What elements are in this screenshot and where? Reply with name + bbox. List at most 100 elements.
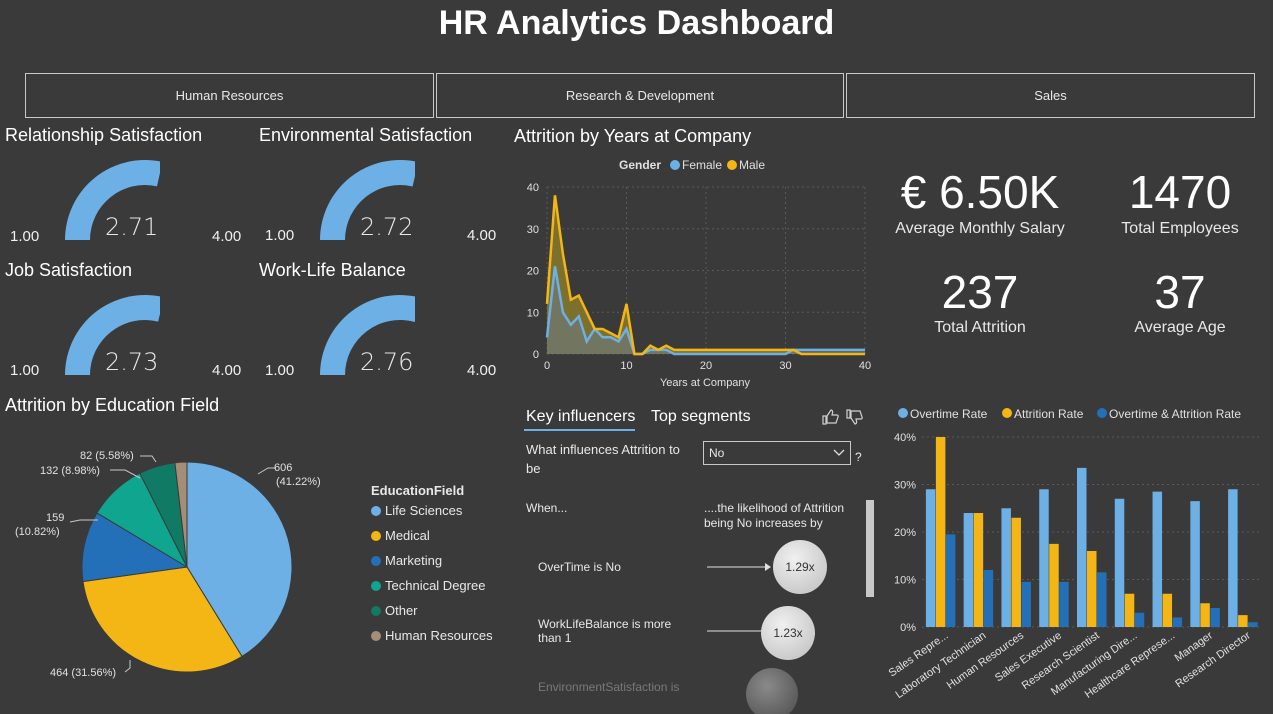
bar-overtime-rate[interactable] [1039,489,1049,627]
bar-attrition-rate[interactable] [1087,551,1097,627]
pie-legend-item[interactable]: Human Resources [371,623,493,648]
kpi-attrition-label: Total Attrition [934,319,1026,336]
y-tick-label: 0% [900,622,916,634]
bar-overtime-rate[interactable] [1152,491,1163,627]
legend-attrition-dot [1002,408,1012,418]
gauge-max-label: 4.00 [467,227,497,244]
bar-overtime-attrition-rate[interactable] [1021,581,1031,627]
bar-attrition-rate[interactable] [1162,593,1173,627]
bar-attrition-rate[interactable] [1200,603,1210,627]
scrollbar-thumb[interactable] [866,500,874,597]
legend-female-dot [670,160,680,170]
pie-legend-item[interactable]: Marketing [371,548,493,573]
ki-col-when: When... [526,501,568,515]
gauge-value: 2.73 [105,348,159,376]
bar-attrition-rate[interactable] [1011,517,1021,627]
legend-dot [371,630,381,641]
pie-legend-item[interactable]: Medical [371,523,493,548]
influence-bubble[interactable]: 1.29x [773,540,827,594]
ki-question: What influences Attrition to be [526,440,680,478]
bar-overtime-attrition-rate[interactable] [1210,608,1220,627]
bar-attrition-rate[interactable] [1124,593,1135,627]
ki-rows: OverTime is No 1.29x WorkLifeBalance is … [520,530,860,714]
bar-overtime-attrition-rate[interactable] [1248,622,1258,627]
gauge-min-label: 1.00 [10,362,40,379]
pie-label: (41.22%) [276,476,321,488]
ki-row-label-line1: WorkLifeBalance is more [538,617,672,631]
legend-label: Other [385,603,418,618]
pie-label: 132 (8.98%) [40,465,100,477]
ki-col-likelihood-line1: ....the likelihood of Attrition [704,501,845,515]
kpi-age-label: Average Age [1134,319,1226,336]
dropdown-value: No [709,446,725,460]
bar-overtime-rate[interactable] [1228,489,1238,627]
attrition-value-dropdown[interactable]: No [703,441,851,465]
pie-legend-item[interactable]: Life Sciences [371,498,493,523]
bar-attrition-rate[interactable] [1049,543,1059,627]
legend-dot [371,605,381,616]
gauge-value: 2.72 [360,213,414,241]
gauge-title-worklife: Work-Life Balance [259,260,406,280]
ki-row-label[interactable]: OverTime is No [538,560,621,574]
x-axis-label: Years at Company [660,377,751,389]
pie-legend-item[interactable]: Other [371,598,493,623]
bar-overtime-rate[interactable] [1077,467,1087,627]
kpi-salary-label: Average Monthly Salary [895,220,1065,237]
bar-overtime-rate[interactable] [1001,508,1011,627]
attrition-by-education-pie: 606 (41.22%) 464 (31.56%) 159 (10.82%) 1… [15,450,321,679]
ki-question-line1: What influences Attrition to [526,442,680,457]
bar-attrition-rate[interactable] [973,513,984,627]
bar-overtime-attrition-rate[interactable] [945,534,956,627]
bar-overtime-attrition-rate[interactable] [983,570,994,627]
kpi-age-value: 37 [1154,266,1206,318]
influence-bubble[interactable] [746,668,798,714]
bar-attrition-rate[interactable] [935,437,946,627]
thumbs-up-icon[interactable] [821,408,839,431]
attrition-by-years-chart: Gender Female Male 0 10 20 30 40 0 10 20 30 40 Ye… [527,158,871,389]
pie-label: 464 (31.56%) [50,667,116,679]
bar-overtime-attrition-rate[interactable] [1097,572,1107,627]
kpi-employees-label: Total Employees [1121,220,1239,237]
legend-overtime-attrition: Overtime & Attrition Rate [1109,407,1241,421]
legend-male: Male [739,158,765,172]
slicer-research-development[interactable]: Research & Development [436,73,844,118]
gauge-value: 2.76 [360,348,414,376]
gauge-min-label: 1.00 [265,362,295,379]
tab-top-segments[interactable]: Top segments [651,408,751,426]
pie-legend-item[interactable]: Technical Degree [371,573,493,598]
x-tick-label: 0 [544,360,550,372]
bar-overtime-attrition-rate[interactable] [1134,612,1145,627]
kpi-attrition-value: 237 [941,266,1019,318]
bar-overtime-rate[interactable] [925,489,936,627]
slicer-sales[interactable]: Sales [846,73,1255,118]
legend-female: Female [682,158,722,172]
bar-overtime-attrition-rate[interactable] [1172,617,1183,628]
chevron-down-icon [833,446,845,460]
legend-title: Gender [619,158,661,172]
legend-male-dot [727,160,737,170]
tab-key-influencers[interactable]: Key influencers [526,408,635,426]
gauge-value: 2.71 [105,213,159,241]
bar-overtime-rate[interactable] [1114,498,1125,627]
gauge-title-job: Job Satisfaction [5,260,133,280]
slicer-human-resources[interactable]: Human Resources [25,73,434,118]
legend-label: Technical Degree [385,578,486,593]
ki-row-label[interactable]: WorkLifeBalance is more than 1 [538,617,671,645]
ki-col-likelihood-line2: being No increases by [704,516,823,530]
help-icon[interactable]: ? [855,450,862,464]
bar-overtime-rate[interactable] [963,513,974,627]
legend-label: Human Resources [385,628,493,643]
x-tick-label: 20 [700,360,712,372]
thumbs-down-icon[interactable] [845,408,863,431]
legend-dot [371,555,381,566]
legend-overtime-dot [898,408,908,418]
x-tick-label: 40 [859,360,871,372]
pie-legend: Life Sciences Medical Marketing Technical D… [371,498,493,648]
pie-label: 606 [274,462,292,474]
bar-overtime-attrition-rate[interactable] [1059,581,1069,627]
ki-row-label[interactable]: EnvironmentSatisfaction is [538,680,679,694]
influence-bubble[interactable]: 1.23x [761,606,815,660]
pie-label: 159 [46,512,64,524]
bar-attrition-rate[interactable] [1238,615,1248,627]
bar-overtime-rate[interactable] [1190,501,1200,627]
